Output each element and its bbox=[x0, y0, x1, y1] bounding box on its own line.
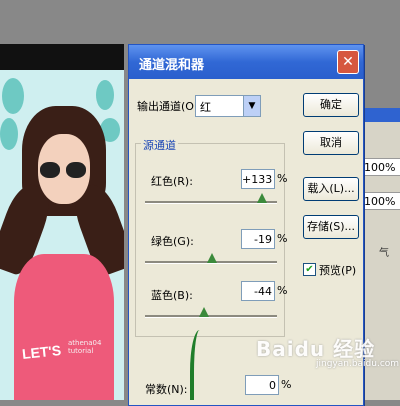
source-channels-title: 源通道 bbox=[141, 137, 178, 153]
zoom-field-1[interactable]: 100% bbox=[361, 158, 400, 176]
panel-titlebar bbox=[363, 108, 400, 122]
close-icon[interactable]: ✕ bbox=[337, 50, 359, 74]
flower-decoration bbox=[0, 118, 18, 150]
flower-decoration bbox=[96, 80, 114, 110]
blue-slider-thumb[interactable] bbox=[199, 307, 209, 317]
red-percent-sign: % bbox=[277, 172, 288, 185]
load-button[interactable]: 载入(L)... bbox=[303, 177, 359, 201]
output-channel-select[interactable]: 红 ▼ bbox=[195, 95, 261, 117]
sunglasses-right bbox=[66, 162, 86, 178]
preview-checkbox[interactable]: ✔ bbox=[303, 263, 316, 276]
ok-button[interactable]: 确定 bbox=[303, 93, 359, 117]
panel-text: 气 bbox=[379, 248, 389, 259]
green-percent-sign: % bbox=[277, 232, 288, 245]
background-photo: LET'S athena04 tutorial bbox=[0, 44, 124, 400]
constant-label: 常数(N): bbox=[145, 383, 188, 396]
blue-channel-label: 蓝色(B): bbox=[151, 289, 193, 302]
brush-stroke-decoration bbox=[190, 330, 206, 400]
chevron-down-icon[interactable]: ▼ bbox=[243, 96, 260, 116]
blue-slider-track[interactable] bbox=[145, 315, 277, 318]
red-slider-thumb[interactable] bbox=[257, 193, 267, 203]
green-slider-thumb[interactable] bbox=[207, 253, 217, 263]
preview-label: 预览(P) bbox=[319, 264, 357, 277]
dialog-titlebar[interactable]: 通道混和器 ✕ bbox=[129, 45, 363, 79]
constant-input[interactable]: 0 bbox=[245, 375, 279, 395]
baidu-watermark: Baidu 经验 bbox=[256, 337, 376, 361]
photo-top-bar bbox=[0, 44, 124, 70]
save-button[interactable]: 存储(S)... bbox=[303, 215, 359, 239]
cancel-button[interactable]: 取消 bbox=[303, 131, 359, 155]
red-channel-label: 红色(R): bbox=[151, 175, 193, 188]
photo-watermark: athena04 tutorial bbox=[68, 339, 102, 355]
zoom-field-2[interactable]: 100% bbox=[361, 192, 400, 210]
red-channel-input[interactable]: +133 bbox=[241, 169, 275, 189]
baidu-watermark-url: jingyan.baidu.com bbox=[316, 359, 400, 369]
sunglasses-left bbox=[40, 162, 60, 178]
output-channel-label: 输出通道(O): bbox=[137, 100, 202, 113]
constant-percent-sign: % bbox=[281, 378, 292, 391]
dialog-title: 通道混和器 bbox=[139, 58, 205, 73]
output-channel-value: 红 bbox=[200, 101, 211, 114]
flower-decoration bbox=[2, 78, 24, 114]
blue-percent-sign: % bbox=[277, 284, 288, 297]
green-channel-input[interactable]: -19 bbox=[241, 229, 275, 249]
green-channel-label: 绿色(G): bbox=[151, 235, 194, 248]
shirt-shape bbox=[14, 254, 114, 400]
blue-channel-input[interactable]: -44 bbox=[241, 281, 275, 301]
